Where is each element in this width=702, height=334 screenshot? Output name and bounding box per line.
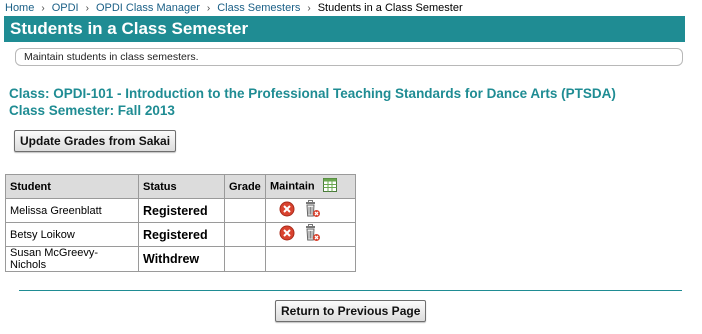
class-semester: Class Semester: Fall 2013: [9, 103, 175, 118]
breadcrumb-separator: ›: [307, 3, 311, 14]
breadcrumb-separator: ›: [206, 3, 211, 14]
table-row: Susan McGreevy-Nichols Withdrew: [5, 246, 356, 272]
section-divider: [19, 290, 682, 291]
breadcrumb-current: Students in a Class Semester: [317, 2, 463, 14]
maintain-actions: [265, 222, 356, 247]
table-row: Betsy Loikow Registered: [5, 222, 356, 247]
column-header-grade: Grade: [224, 174, 266, 199]
student-table: Student Status Grade Maintain Melissa Gr…: [5, 174, 356, 272]
student-status: Registered: [138, 222, 225, 247]
column-header-student: Student: [5, 174, 139, 199]
update-grades-button[interactable]: Update Grades from Sakai: [14, 130, 177, 152]
table-row: Melissa Greenblatt Registered: [5, 198, 356, 223]
breadcrumb-separator: ›: [41, 3, 45, 14]
trash-icon[interactable]: [303, 200, 321, 221]
breadcrumb-separator: ›: [85, 3, 89, 14]
class-heading: Class: OPDI-101 - Introduction to the Pr…: [9, 85, 616, 119]
maintain-label: Maintain: [270, 180, 315, 193]
remove-icon[interactable]: [279, 225, 295, 244]
student-name: Susan McGreevy-Nichols: [5, 246, 139, 272]
breadcrumb-opdi[interactable]: OPDI: [52, 2, 79, 14]
spreadsheet-icon[interactable]: [322, 177, 338, 196]
page-title: Students in a Class Semester: [4, 16, 685, 42]
student-grade: [224, 246, 266, 272]
student-grade: [224, 198, 266, 223]
breadcrumb-class-semesters[interactable]: Class Semesters: [217, 2, 300, 14]
breadcrumb-class-manager[interactable]: OPDI Class Manager: [96, 2, 200, 14]
column-header-maintain: Maintain: [265, 174, 356, 199]
class-title: Class: OPDI-101 - Introduction to the Pr…: [9, 86, 616, 101]
return-button[interactable]: Return to Previous Page: [275, 300, 427, 322]
student-status: Withdrew: [138, 246, 225, 272]
breadcrumb-home[interactable]: Home: [5, 2, 34, 14]
student-name: Betsy Loikow: [5, 222, 139, 247]
student-grade: [224, 222, 266, 247]
trash-icon[interactable]: [303, 224, 321, 245]
breadcrumb: Home › OPDI › OPDI Class Manager › Class Semes…: [5, 2, 463, 14]
info-message: Maintain students in class semesters.: [15, 48, 683, 66]
remove-icon[interactable]: [279, 201, 295, 220]
student-status: Registered: [138, 198, 225, 223]
maintain-actions: [265, 246, 356, 272]
maintain-actions: [265, 198, 356, 223]
student-name: Melissa Greenblatt: [5, 198, 139, 223]
table-header-row: Student Status Grade Maintain: [5, 174, 356, 199]
column-header-status: Status: [138, 174, 225, 199]
